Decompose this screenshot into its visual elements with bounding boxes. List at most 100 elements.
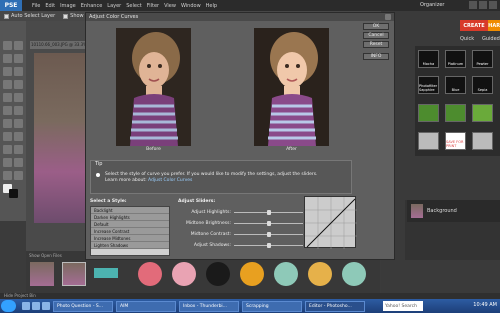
bin-thumb-photo-1[interactable] <box>30 262 54 286</box>
minimize-icon[interactable] <box>469 1 477 9</box>
hide-project-bin[interactable]: Hide Project Bin <box>4 293 36 298</box>
zoom-tool-icon[interactable] <box>14 41 23 50</box>
hand-tool-icon[interactable] <box>3 54 12 63</box>
style-tile-green-3[interactable] <box>472 104 493 122</box>
quicklaunch-icon[interactable] <box>42 302 50 310</box>
bin-thumb-yellow-flower[interactable] <box>308 262 332 286</box>
eyedropper-tool-icon[interactable] <box>14 54 23 63</box>
style-tile-green-1[interactable] <box>418 104 439 122</box>
style-option[interactable]: Default <box>91 221 169 228</box>
cancel-button[interactable]: Cancel <box>363 32 389 39</box>
paint-bucket-tool-icon[interactable] <box>3 158 12 167</box>
blur-tool-icon[interactable] <box>14 171 23 180</box>
quicklaunch-icon[interactable] <box>32 302 40 310</box>
organizer-button[interactable]: Organizer <box>420 2 444 8</box>
style-option[interactable]: Darken Highlights <box>91 214 169 221</box>
crop-tool-icon[interactable] <box>14 93 23 102</box>
ok-button[interactable]: OK <box>363 23 389 30</box>
menu-enhance[interactable]: Enhance <box>81 3 103 9</box>
style-tile-blue[interactable]: Blue <box>445 76 466 94</box>
style-tile-green-2[interactable] <box>445 104 466 122</box>
quicklaunch-icon[interactable] <box>22 302 30 310</box>
yahoo-search-box[interactable]: Yahoo! Search <box>383 301 423 311</box>
taskbar-item[interactable]: Photo Question - S... <box>53 300 113 312</box>
share-tab[interactable]: SHARE <box>488 20 500 31</box>
slider-track[interactable] <box>234 242 303 248</box>
style-option[interactable]: Increase Contrast <box>91 228 169 235</box>
style-option[interactable]: Increase Midtones <box>91 235 169 242</box>
selection-brush-tool-icon[interactable] <box>14 80 23 89</box>
slider-knob[interactable] <box>266 220 271 226</box>
slider-track[interactable] <box>234 209 303 215</box>
style-tile-gray-1[interactable] <box>418 132 439 150</box>
gradient-tool-icon[interactable] <box>14 158 23 167</box>
menu-file[interactable]: File <box>32 3 40 9</box>
create-tab[interactable]: CREATE <box>460 20 488 31</box>
style-tile-pewter[interactable]: Pewter <box>472 50 493 68</box>
project-bin-label[interactable]: Show Open Files <box>29 253 62 258</box>
app-logo[interactable]: PSE <box>0 0 22 11</box>
shape-tool-icon[interactable] <box>3 171 12 180</box>
bin-thumb-pink-button[interactable] <box>138 262 162 286</box>
tip-learn-more-link[interactable]: Adjust Color Curves <box>148 178 192 183</box>
bin-thumb-photo-2[interactable] <box>62 262 86 286</box>
menu-help[interactable]: Help <box>206 3 217 9</box>
taskbar-item[interactable]: Inbox - Thunderbi... <box>179 300 239 312</box>
menu-window[interactable]: Window <box>181 3 201 9</box>
type-tool-icon[interactable] <box>3 93 12 102</box>
red-eye-tool-icon[interactable] <box>3 119 12 128</box>
maximize-icon[interactable] <box>479 1 487 9</box>
layer-row-background[interactable]: Background <box>407 200 500 222</box>
menu-view[interactable]: View <box>164 3 176 9</box>
bin-thumb-black-button[interactable] <box>206 262 230 286</box>
style-tile-platinum[interactable]: Platinum <box>445 50 466 68</box>
guided-tab[interactable]: Guided <box>482 36 500 42</box>
menu-image[interactable]: Image <box>60 3 76 9</box>
lasso-tool-icon[interactable] <box>14 67 23 76</box>
taskbar-item[interactable]: Editor - Photosho... <box>305 300 365 312</box>
style-tile-sapphire[interactable]: Photofilter Sapphire <box>418 76 439 94</box>
info-button[interactable]: INFO <box>363 53 389 60</box>
close-icon[interactable] <box>489 1 497 9</box>
bin-thumb-aqua-flower[interactable] <box>274 262 298 286</box>
bin-thumb-orange-button[interactable] <box>240 262 264 286</box>
menu-edit[interactable]: Edit <box>45 3 55 9</box>
style-tile-mocha[interactable]: Mocha <box>418 50 439 68</box>
straighten-tool-icon[interactable] <box>14 106 23 115</box>
marquee-tool-icon[interactable] <box>3 67 12 76</box>
menu-select[interactable]: Select <box>126 3 141 9</box>
clone-stamp-tool-icon[interactable] <box>3 132 12 141</box>
style-option[interactable]: Lighten Shadows <box>91 242 169 249</box>
slider-knob[interactable] <box>266 209 271 215</box>
style-tile-save-print[interactable]: SAVE FOR PRINT <box>445 132 466 150</box>
taskbar-item[interactable]: AIM <box>116 300 176 312</box>
reset-button[interactable]: Reset <box>363 41 389 48</box>
close-icon[interactable] <box>385 14 391 20</box>
menu-layer[interactable]: Layer <box>107 3 121 9</box>
document-photo[interactable] <box>34 53 90 223</box>
style-option[interactable]: Backlight <box>91 207 169 214</box>
brush-tool-icon[interactable] <box>14 145 23 154</box>
document-tab[interactable]: 10110.66_003.JPG @ 33.3% (RGB/8) <box>30 41 90 49</box>
bin-thumb-aqua-flower-2[interactable] <box>342 262 366 286</box>
eraser-tool-icon[interactable] <box>14 132 23 141</box>
menu-filter[interactable]: Filter <box>147 3 159 9</box>
start-button[interactable] <box>1 300 16 312</box>
slider-track[interactable] <box>234 231 303 237</box>
cookie-cutter-tool-icon[interactable] <box>3 106 12 115</box>
move-tool-icon[interactable] <box>3 41 12 50</box>
background-color-icon[interactable] <box>9 189 18 198</box>
taskbar-item[interactable]: Scrapping <box>242 300 302 312</box>
bin-thumb-pink-flower[interactable] <box>172 262 196 286</box>
slider-track[interactable] <box>234 220 303 226</box>
slider-knob[interactable] <box>266 242 271 248</box>
magic-wand-tool-icon[interactable] <box>3 80 12 89</box>
pencil-tool-icon[interactable] <box>3 145 12 154</box>
style-list[interactable]: Backlight Darken Highlights Default Incr… <box>90 206 170 256</box>
auto-select-checkbox[interactable]: Auto Select Layer <box>4 13 55 19</box>
style-tile-sepia[interactable]: Sepia <box>472 76 493 94</box>
style-tile-gray-2[interactable] <box>472 132 493 150</box>
slider-knob[interactable] <box>266 231 271 237</box>
bin-thumb-ribbon[interactable] <box>94 268 118 278</box>
quick-tab[interactable]: Quick <box>460 36 474 42</box>
